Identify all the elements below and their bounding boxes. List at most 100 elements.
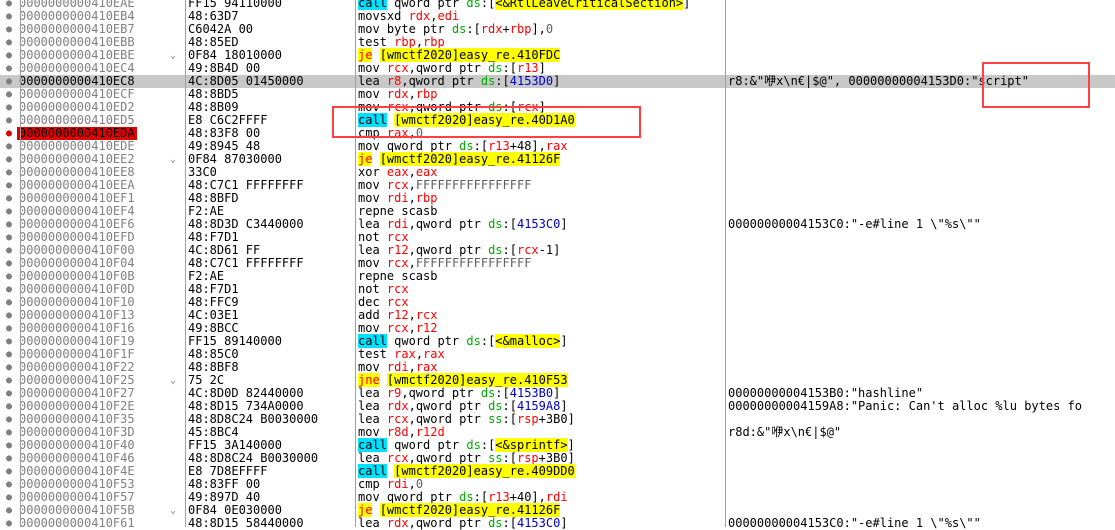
breakpoint-dot-icon[interactable]: ● (4, 504, 14, 517)
breakpoint-dot-icon[interactable]: ● (4, 465, 14, 478)
instruction-row[interactable]: ● 0000000000410EEA 48:C7C1 FFFFFFFF mov rcx… (0, 179, 1115, 192)
instruction-token: rdi (386, 477, 409, 491)
instruction-row[interactable]: ● 0000000000410F0B F2:AE repne scasb (0, 270, 1115, 283)
breakpoint-dot-icon[interactable]: ● (4, 413, 14, 426)
instruction-token: rdx (386, 399, 409, 413)
instruction-row[interactable]: ● 0000000000410F19 FF15 89140000 call qword… (0, 334, 1115, 348)
instruction-row[interactable]: ● 0000000000410EF6 48:8D3D C3440000 lea rdi… (0, 218, 1115, 231)
instruction-row[interactable]: ● 0000000000410F4E E8 7D8EFFFF call [wmctf2… (0, 464, 1115, 478)
instruction-token[interactable]: <&malloc> (495, 334, 561, 348)
instruction-token: ] (560, 516, 568, 530)
breakpoint-dot-icon[interactable]: ● (4, 153, 14, 166)
breakpoint-dot-icon[interactable]: ● (4, 140, 14, 153)
instruction-token: , (408, 425, 416, 439)
breakpoint-dot-icon[interactable]: ● (4, 101, 14, 114)
instruction-row[interactable]: ● 0000000000410EE8 33C0 xor eax,eax (0, 166, 1115, 179)
breakpoint-dot-icon[interactable]: ● (4, 452, 14, 465)
instruction-token: rdi (386, 360, 409, 374)
breakpoint-dot-icon[interactable]: ● (4, 426, 14, 439)
jump-chevron-down-icon[interactable]: ⌄ (170, 374, 176, 387)
breakpoint-dot-icon[interactable]: ● (4, 296, 14, 309)
instruction-token[interactable]: [wmctf2020]easy_re.41126F (379, 152, 561, 166)
instruction-token: +3B0] (538, 412, 575, 426)
breakpoint-dot-icon[interactable]: ● (4, 244, 14, 257)
jump-chevron-down-icon[interactable]: ⌄ (170, 49, 176, 62)
instruction-row[interactable]: ● 0000000000410F61 48:8D15 58440000 lea rdx… (0, 517, 1115, 530)
breakpoint-dot-icon[interactable]: ● (4, 374, 14, 387)
breakpoint-dot-icon[interactable]: ● (4, 335, 14, 348)
instruction-token (372, 152, 379, 166)
breakpoint-dot-icon[interactable]: ● (4, 166, 14, 179)
instruction-row[interactable]: ● 0000000000410EB4 48:63D7 movsxd rdx,edi (0, 10, 1115, 23)
breakpoint-dot-icon[interactable]: ● (4, 309, 14, 322)
instruction-token: 4153C0 (516, 516, 561, 530)
comment-cell: 00000000004153C0:"-e#line 1 \"%s\"" (728, 217, 981, 231)
jump-chevron-down-icon[interactable]: ⌄ (170, 153, 176, 166)
breakpoint-dot-icon[interactable]: ● (4, 62, 14, 75)
instruction-row[interactable]: ● 0000000000410EC8 4C:8D05 01450000 lea r8,… (0, 75, 1115, 88)
breakpoint-dot-icon[interactable]: ● (4, 179, 14, 192)
breakpoint-dot-icon[interactable]: ● (4, 192, 14, 205)
instruction-row[interactable]: ● 0000000000410EF1 48:8BFD mov rdi,rbp (0, 192, 1115, 205)
instruction-row[interactable]: ● 0000000000410F1F 48:85C0 test rax,rax (0, 348, 1115, 361)
instruction-token[interactable]: <&sprintf> (495, 438, 568, 452)
breakpoint-dot-icon[interactable]: ● (4, 322, 14, 335)
breakpoint-dot-icon[interactable]: ● (4, 0, 14, 10)
instruction-row[interactable]: ● 0000000000410F13 4C:03E1 add r12,rcx (0, 309, 1115, 322)
instruction-row[interactable]: ● 0000000000410F04 48:C7C1 FFFFFFFF mov rcx… (0, 257, 1115, 270)
instruction-row[interactable]: ● 0000000000410F0D 48:F7D1 not rcx (0, 283, 1115, 296)
breakpoint-dot-icon[interactable]: ● (4, 10, 14, 23)
breakpoint-dot-icon[interactable]: ● (4, 491, 14, 504)
instruction-token[interactable]: [wmctf2020]easy_re.410FDC (379, 48, 561, 62)
instruction-row[interactable]: ● 0000000000410EBE ⌄ 0F84 18010000 je [wmctf… (0, 48, 1115, 62)
instruction-token: test (358, 347, 395, 361)
breakpoint-dot-icon[interactable]: ● (4, 88, 14, 101)
instruction-row[interactable]: ● 0000000000410F10 48:FFC9 dec rcx (0, 296, 1115, 309)
instruction-token: not (358, 282, 387, 296)
breakpoint-dot-icon[interactable]: ● (4, 348, 14, 361)
instruction-row[interactable]: ● 0000000000410F35 48:8D8C24 B0030000 lea r… (0, 413, 1115, 426)
instruction-token[interactable]: [wmctf2020]easy_re.41126F (379, 503, 561, 517)
instruction-row[interactable]: ● 0000000000410ECF 48:8BD5 mov rdx,rbp (0, 88, 1115, 101)
instruction-token[interactable]: [wmctf2020]easy_re.409DD0 (394, 464, 575, 478)
instruction-token: ss (488, 412, 503, 426)
breakpoint-dot-icon[interactable]: ● (4, 478, 14, 491)
instruction-token: rbp (423, 35, 445, 49)
breakpoint-dot-icon[interactable]: ● (4, 49, 14, 62)
instruction-row[interactable]: ● 0000000000410EE2 ⌄ 0F84 87030000 je [wmctf… (0, 152, 1115, 166)
instruction-token: lea (358, 399, 387, 413)
breakpoint-dot-icon[interactable]: ● (4, 23, 14, 36)
instruction-token: :[ (480, 438, 496, 452)
breakpoint-dot-icon[interactable]: ● (4, 231, 14, 244)
breakpoint-dot-icon[interactable]: ● (4, 205, 14, 218)
breakpoint-dot-icon[interactable]: ● (4, 114, 14, 127)
highlight-box-call (332, 106, 641, 138)
breakpoint-dot-icon[interactable]: ● (4, 400, 14, 413)
instruction-token[interactable]: [wmctf2020]easy_re.410F53 (386, 373, 568, 387)
instruction-row[interactable]: ● 0000000000410F00 4C:8D61 FF lea r12,qword… (0, 244, 1115, 257)
instruction-token: rax (394, 347, 416, 361)
instruction-token[interactable]: <&RtlLeaveCriticalSection> (495, 0, 684, 10)
breakpoint-dot-icon[interactable]: ● (4, 361, 14, 374)
instruction-token: qword ptr (386, 438, 467, 452)
instruction-token: mov (358, 360, 387, 374)
breakpoint-dot-icon[interactable]: ● (4, 218, 14, 231)
instruction-token: ] (683, 0, 691, 10)
breakpoint-dot-icon[interactable]: ● (4, 517, 14, 530)
instruction-token (380, 373, 387, 387)
instruction-token: :[ (502, 412, 517, 426)
breakpoint-dot-icon[interactable]: ● (4, 257, 14, 270)
breakpoint-dot-icon[interactable]: ● (4, 270, 14, 283)
instruction-row[interactable]: ● 0000000000410EAE FF15 94110000 call qword… (0, 0, 1115, 10)
breakpoint-dot-icon[interactable]: ● (4, 387, 14, 400)
breakpoint-dot-icon[interactable]: ● (4, 283, 14, 296)
instruction-token: , (408, 308, 416, 322)
instruction-token: cmp (358, 477, 387, 491)
breakpoint-dot-icon[interactable]: ● (4, 75, 14, 88)
breakpoint-dot-icon[interactable]: ● (4, 36, 14, 49)
breakpoint-dot-icon[interactable]: ● (4, 127, 14, 140)
breakpoint-dot-icon[interactable]: ● (4, 439, 14, 452)
jump-chevron-down-icon[interactable]: ⌄ (170, 504, 176, 517)
instruction-row[interactable]: ● 0000000000410EB7 C6042A 00 mov byte ptr d… (0, 23, 1115, 36)
instruction-token: mov (358, 87, 387, 101)
